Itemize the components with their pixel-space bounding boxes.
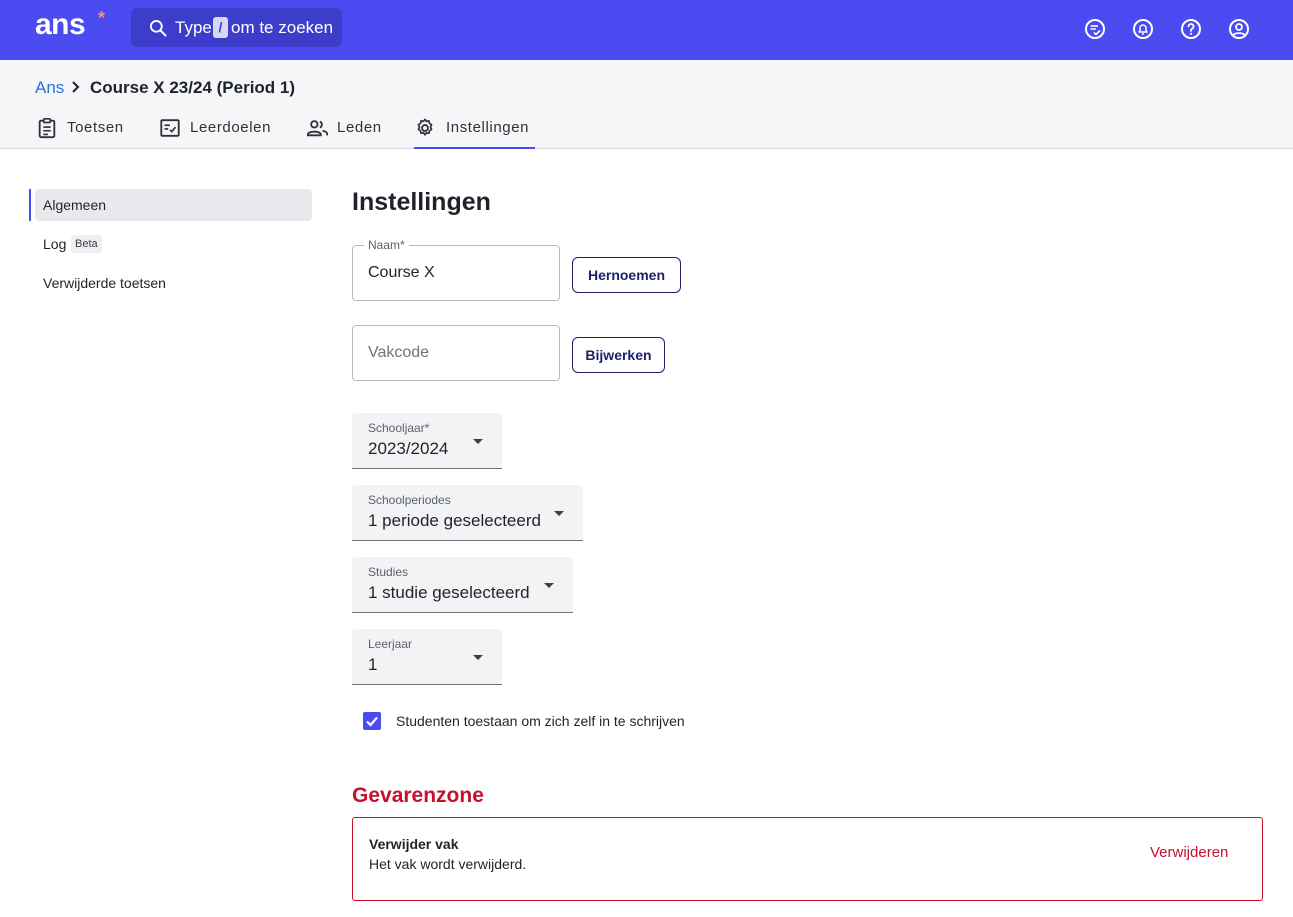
beta-badge: Beta	[71, 235, 102, 253]
checklist-icon	[160, 119, 180, 137]
name-field-label: Naam*	[364, 238, 409, 252]
sidenav-item-label: Algemeen	[43, 197, 107, 213]
tab-label: Instellingen	[446, 119, 530, 136]
account-icon[interactable]	[1227, 17, 1251, 41]
select-value: 1	[368, 655, 378, 674]
checkmark-icon	[366, 716, 378, 727]
tab-leden[interactable]: Leden	[306, 117, 386, 149]
danger-zone-panel: Verwijder vak Het vak wordt verwijderd. …	[352, 817, 1263, 901]
todo-list-icon[interactable]	[1083, 17, 1107, 41]
sidenav-item-label: Verwijderde toetsen	[43, 275, 166, 291]
page-title: Instellingen	[352, 188, 491, 216]
tab-instellingen[interactable]: Instellingen	[414, 117, 535, 149]
active-indicator	[29, 189, 31, 221]
sidenav-item-verwijderde-toetsen[interactable]: Verwijderde toetsen	[35, 267, 312, 299]
select-label: Schooljaar*	[368, 421, 430, 435]
tab-leerdoelen[interactable]: Leerdoelen	[159, 117, 277, 149]
breadcrumb-root-link[interactable]: Ans	[35, 78, 64, 98]
update-button[interactable]: Bijwerken	[572, 337, 665, 373]
rename-button[interactable]: Hernoemen	[572, 257, 681, 293]
dropdown-arrow-icon	[544, 583, 554, 588]
top-bar: ans * Type / om te zoeken	[0, 0, 1293, 60]
self-enroll-checkbox[interactable]	[363, 712, 381, 730]
course-code-field[interactable]: Vakcode	[352, 325, 560, 381]
self-enroll-label: Studenten toestaan om zich zelf in te sc…	[396, 713, 685, 729]
name-field-value: Course X	[368, 264, 435, 281]
help-icon[interactable]	[1179, 17, 1203, 41]
delete-course-heading: Verwijder vak	[369, 836, 459, 852]
sidenav-item-label: Log	[43, 236, 67, 252]
search-icon	[148, 18, 168, 43]
breadcrumb-current: Course X 23/24 (Period 1)	[90, 78, 296, 97]
search-prefix: Type	[175, 18, 212, 37]
sidenav-item-algemeen[interactable]: Algemeen	[35, 189, 312, 221]
year-level-select[interactable]: Leerjaar 1	[352, 629, 502, 685]
delete-course-button[interactable]: Verwijderen	[1150, 844, 1228, 861]
danger-zone-title: Gevarenzone	[352, 784, 484, 807]
select-value: 1 studie geselecteerd	[368, 583, 530, 602]
delete-course-description: Het vak wordt verwijderd.	[369, 856, 527, 872]
gear-icon	[417, 118, 433, 136]
select-value: 1 periode geselecteerd	[368, 511, 541, 530]
course-header: Ans Course X 23/24 (Period 1) Toetsen Le…	[0, 60, 1293, 149]
notification-bell-icon[interactable]	[1131, 17, 1155, 41]
tab-label: Leerdoelen	[190, 119, 272, 136]
dropdown-arrow-icon	[473, 655, 483, 660]
name-field[interactable]: Naam* Course X	[352, 238, 560, 301]
dropdown-arrow-icon	[554, 511, 564, 516]
studies-select[interactable]: Studies 1 studie geselecteerd	[352, 557, 573, 613]
clipboard-icon	[38, 118, 56, 139]
search-bar[interactable]: Type / om te zoeken	[131, 8, 342, 47]
school-periods-select[interactable]: Schoolperiodes 1 periode geselecteerd	[352, 485, 583, 541]
course-code-placeholder: Vakcode	[368, 344, 430, 361]
select-label: Schoolperiodes	[368, 493, 451, 507]
dropdown-arrow-icon	[473, 439, 483, 444]
tab-label: Toetsen	[67, 119, 124, 136]
logo-star: *	[98, 8, 105, 28]
select-value: 2023/2024	[368, 439, 449, 458]
search-shortcut-key: /	[213, 17, 228, 38]
ans-logo[interactable]: ans *	[35, 8, 105, 42]
search-suffix: om te zoeken	[231, 18, 334, 37]
tab-toetsen[interactable]: Toetsen	[36, 117, 128, 149]
select-label: Leerjaar	[368, 637, 413, 651]
select-label: Studies	[368, 565, 409, 579]
school-year-select[interactable]: Schooljaar* 2023/2024	[352, 413, 502, 469]
chevron-right-icon	[70, 79, 82, 100]
people-icon	[307, 120, 329, 137]
logo-text: ans	[35, 8, 86, 41]
tab-label: Leden	[337, 119, 382, 136]
